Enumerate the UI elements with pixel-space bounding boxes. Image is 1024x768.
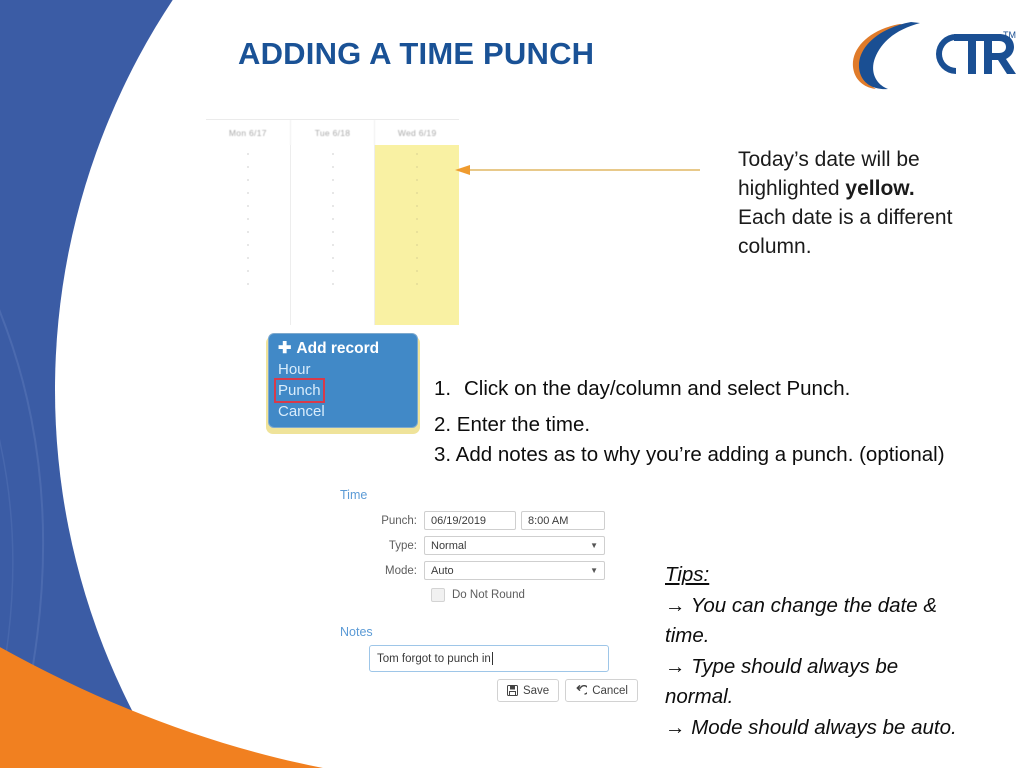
text-cursor-icon <box>491 652 493 665</box>
notes-section-label: Notes <box>340 625 373 639</box>
type-row: Type: Normal ▼ <box>340 535 620 556</box>
instruction-steps: 1. Click on the day/column and select Pun… <box>434 376 1024 470</box>
punch-label: Punch: <box>381 514 417 527</box>
day-column-wed-today[interactable] <box>375 145 460 325</box>
punch-row: Punch: 06/19/2019 8:00 AM <box>340 510 620 531</box>
tip-line-2: time. <box>665 624 710 647</box>
add-record-title: Add record <box>296 340 380 357</box>
annotation-arrow-icon <box>455 165 700 175</box>
tip-line-3: → Type should always be <box>665 654 899 678</box>
callout-line-3: Each date is a different <box>738 206 953 229</box>
ctr-logo-mark <box>852 22 1016 90</box>
do-not-round-label: Do Not Round <box>452 589 525 601</box>
mode-row: Mode: Auto ▼ <box>340 560 620 581</box>
slide-canvas: ADDING A TIME PUNCH TM Mon 6/17 Tue 6/18… <box>0 0 1024 768</box>
page-title: ADDING A TIME PUNCH <box>238 36 595 71</box>
add-record-menu[interactable]: ✚ Add record Hour Punch Cancel <box>268 333 418 428</box>
mode-value: Auto <box>431 564 454 577</box>
menu-item-punch[interactable]: Punch <box>274 378 325 403</box>
time-form: Time Punch: 06/19/2019 8:00 AM Type: Nor… <box>340 488 620 608</box>
callout-text: Today’s date will be highlighted yellow.… <box>738 145 1024 261</box>
step-2: 2. Enter the time. <box>434 413 591 436</box>
type-select[interactable]: Normal ▼ <box>424 536 605 555</box>
step-3: 3. Add notes as to why you’re adding a p… <box>434 443 945 466</box>
save-button-label: Save <box>522 684 550 697</box>
row-dots <box>416 153 419 285</box>
cancel-button-label: Cancel <box>592 684 628 697</box>
day-column-tue[interactable] <box>290 145 376 325</box>
menu-item-cancel[interactable]: Cancel <box>278 401 325 422</box>
callout-line-2-pre: highlighted <box>738 177 846 200</box>
tip-line-4: normal. <box>665 685 734 708</box>
callout-line-1: Today’s date will be <box>738 148 920 171</box>
punch-time-input[interactable]: 8:00 AM <box>521 511 605 530</box>
cancel-button[interactable]: Cancel <box>565 679 638 702</box>
step-1-number: 1. <box>434 377 452 400</box>
column-header-tue: Tue 6/18 <box>291 120 376 146</box>
timesheet-grid[interactable]: Mon 6/17 Tue 6/18 Wed 6/19 <box>206 116 460 325</box>
save-button[interactable]: Save <box>496 679 560 702</box>
do-not-round-row[interactable]: Do Not Round <box>431 588 620 602</box>
plus-icon: ✚ <box>278 340 292 357</box>
do-not-round-checkbox[interactable] <box>431 588 445 602</box>
punch-date-input[interactable]: 06/19/2019 <box>424 511 516 530</box>
menu-item-row: Punch <box>274 378 408 403</box>
notes-input[interactable]: Tom forgot to punch in <box>369 645 609 672</box>
callout-line-2: highlighted yellow. <box>738 174 1024 203</box>
day-column-mon[interactable] <box>206 145 291 325</box>
tips-block: Tips: → You can change the date & time. … <box>665 560 1024 743</box>
menu-item-row: Cancel <box>278 401 408 422</box>
mode-select[interactable]: Auto ▼ <box>424 561 605 580</box>
save-icon <box>506 685 518 696</box>
step-1-text: Click on the day/column and select Punch… <box>464 377 851 400</box>
mode-label: Mode: <box>385 564 417 577</box>
add-record-header: ✚ Add record <box>278 339 408 359</box>
notes-section: Notes Tom forgot to punch in Save Cancel <box>340 625 638 702</box>
callout-line-4: column. <box>738 235 812 258</box>
notes-button-row: Save Cancel <box>369 679 638 702</box>
row-dots <box>331 153 334 285</box>
notes-value: Tom forgot to punch in <box>377 652 491 665</box>
undo-icon <box>576 684 588 695</box>
chevron-down-icon: ▼ <box>590 541 598 550</box>
ctr-logo: TM <box>848 18 1018 90</box>
step-1: 1. Click on the day/column and select Pun… <box>434 376 1024 402</box>
row-dots <box>246 153 249 285</box>
trademark-symbol: TM <box>1003 30 1016 40</box>
time-section-label: Time <box>340 488 368 502</box>
menu-item-hour[interactable]: Hour <box>278 359 311 380</box>
timesheet-header-row: Mon 6/17 Tue 6/18 Wed 6/19 <box>206 119 459 147</box>
tip-line-1: → You can change the date & <box>665 593 938 617</box>
callout-highlight-word: yellow. <box>845 177 915 200</box>
type-value: Normal <box>431 539 467 552</box>
column-header-mon: Mon 6/17 <box>206 120 291 146</box>
column-header-wed: Wed 6/19 <box>397 128 437 138</box>
tip-line-5: → Mode should always be auto. <box>665 715 957 739</box>
tips-heading: Tips: <box>665 563 710 586</box>
menu-item-row: Hour <box>278 359 408 380</box>
timesheet-body <box>206 145 460 325</box>
type-label: Type: <box>388 539 417 552</box>
chevron-down-icon: ▼ <box>590 566 598 575</box>
